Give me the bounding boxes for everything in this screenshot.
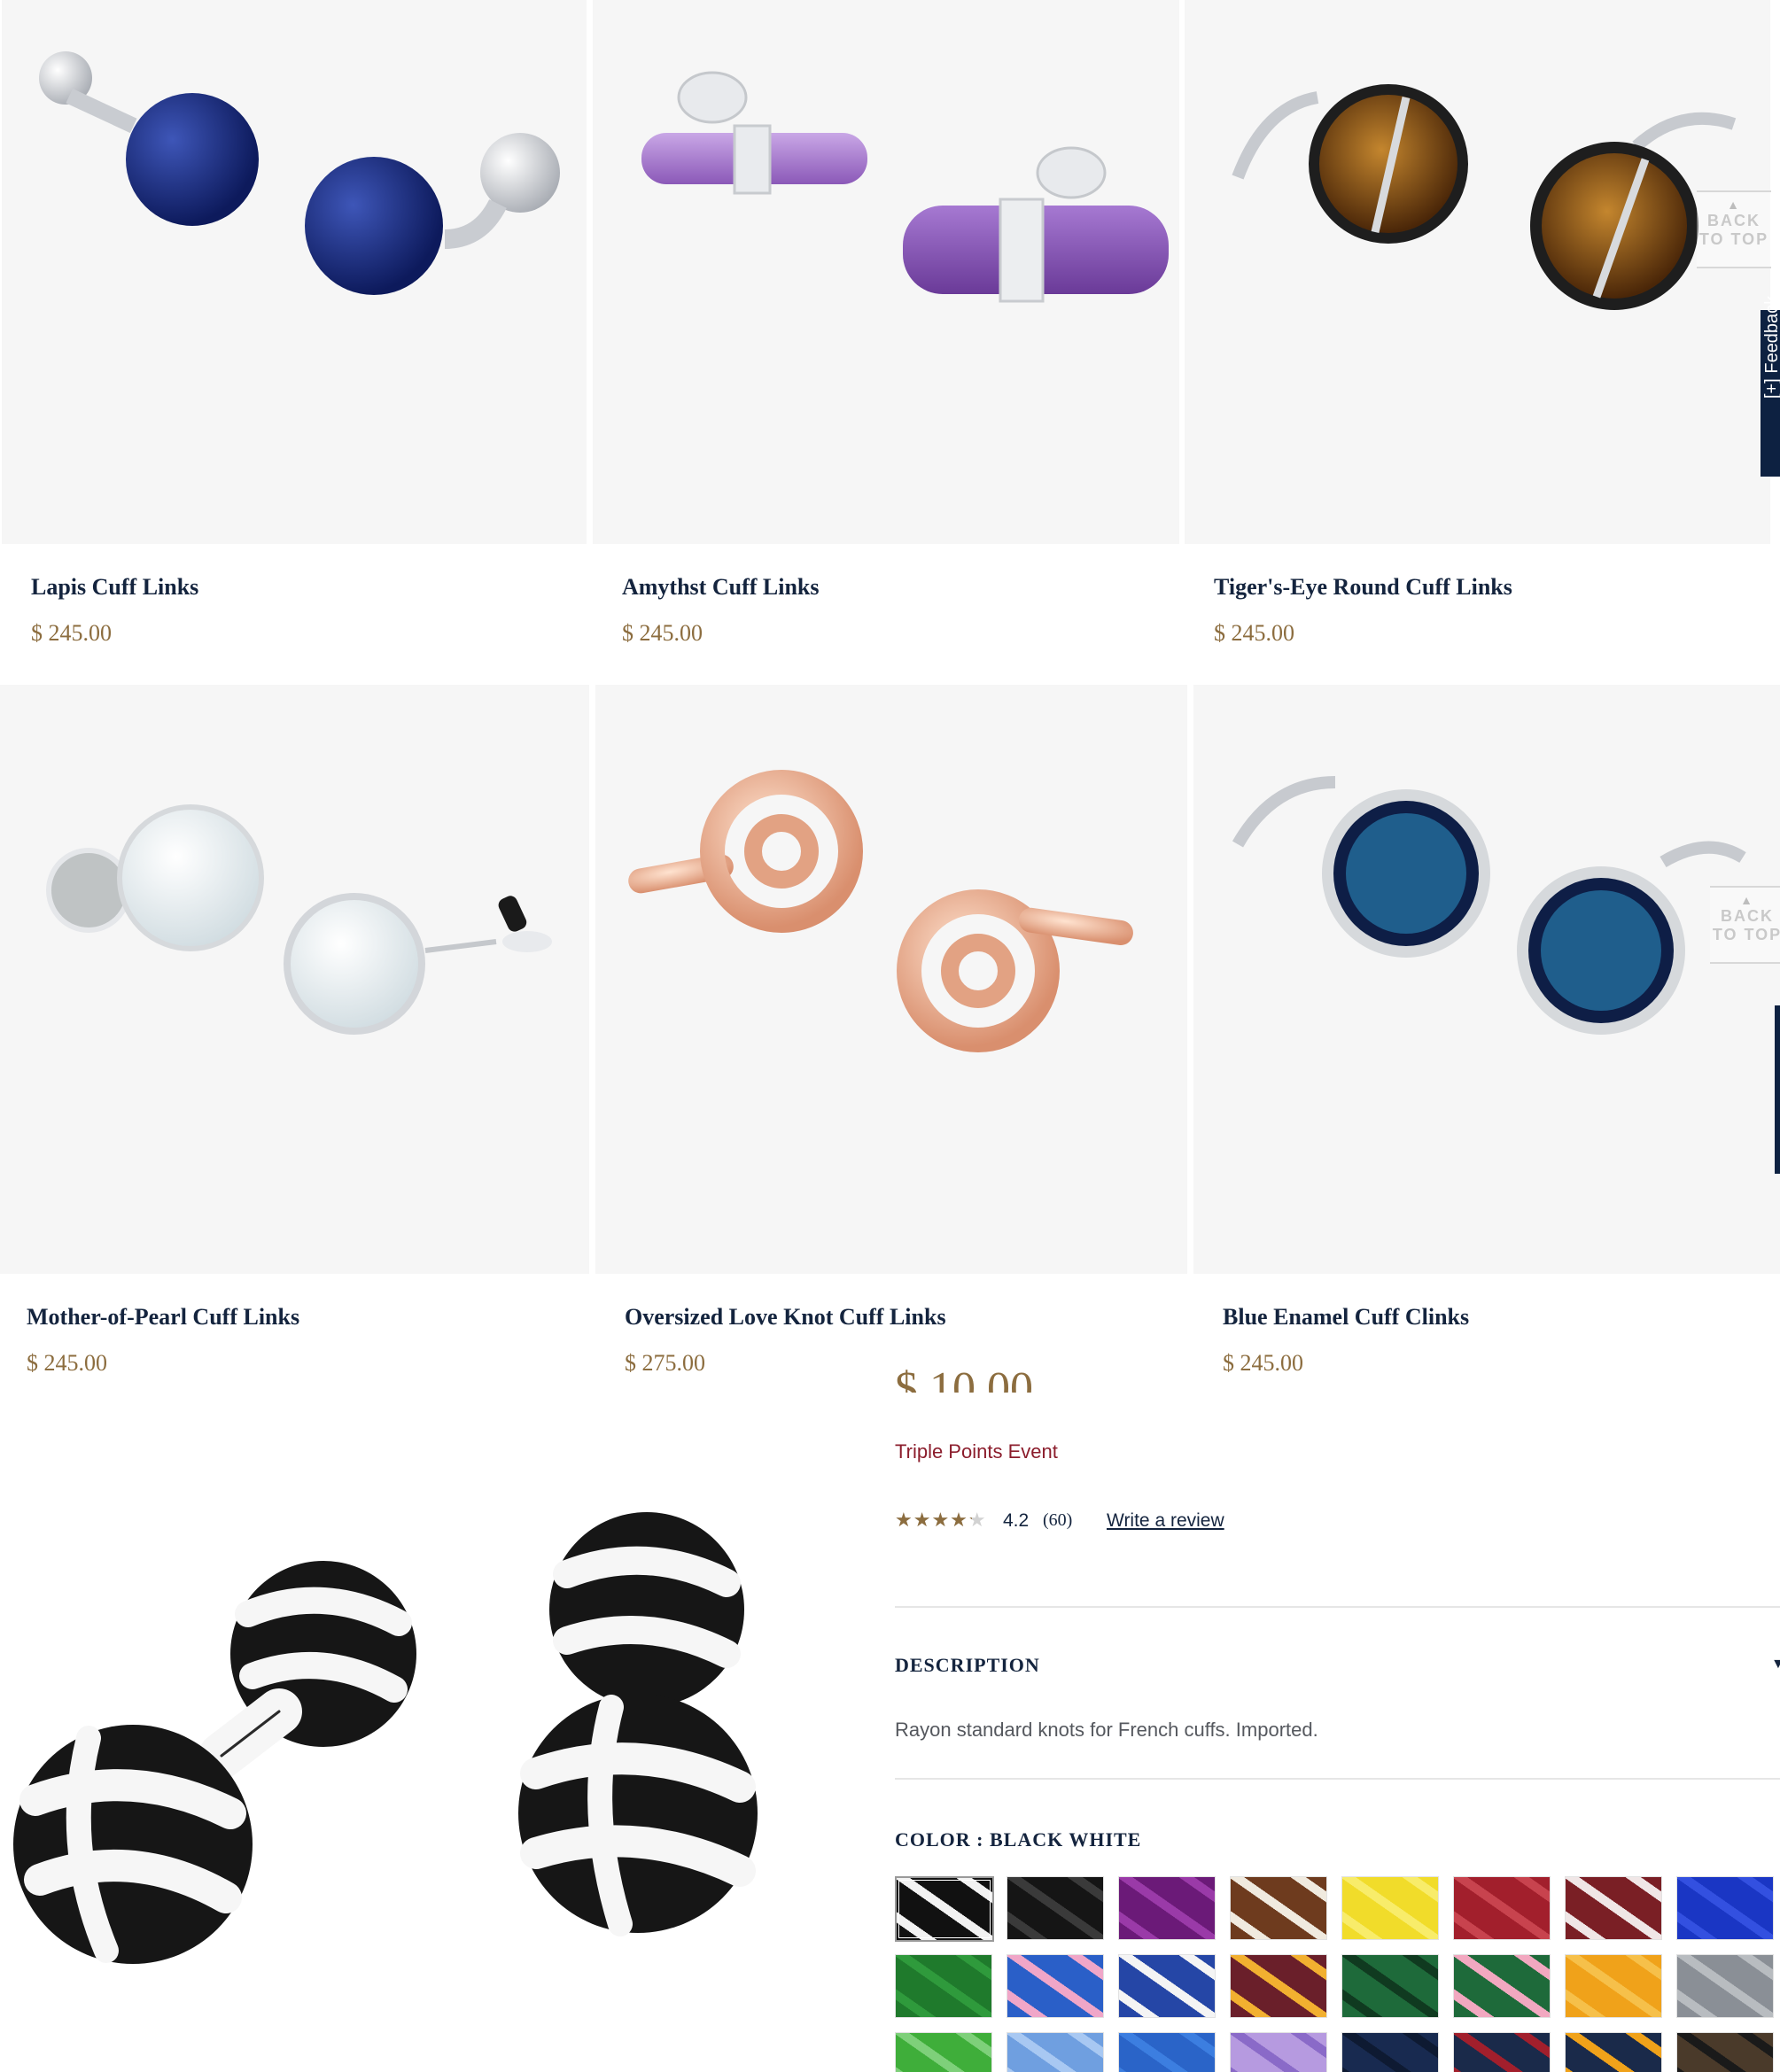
color-swatch[interactable] xyxy=(1230,1954,1327,2018)
product-name[interactable]: Oversized Love Knot Cuff Links xyxy=(625,1304,946,1331)
chevron-down-icon[interactable]: ▼ xyxy=(1771,1657,1780,1672)
color-swatch[interactable] xyxy=(1230,1876,1327,1940)
product-name[interactable]: Mother-of-Pearl Cuff Links xyxy=(27,1304,299,1331)
color-swatch[interactable] xyxy=(1676,2032,1774,2072)
rating-stars: ★★★★★ ★★★★★ xyxy=(895,1509,987,1531)
tigers-eye-cufflink-illustration xyxy=(1232,84,1737,310)
product-name[interactable]: Blue Enamel Cuff Clinks xyxy=(1223,1304,1469,1331)
silk-knot-illustration xyxy=(13,1512,758,1964)
product-price: $ 245.00 xyxy=(1214,620,1294,646)
product-price: $ 245.00 xyxy=(1223,1350,1303,1376)
back-to-top-button[interactable]: ▲ BACK TO TOP xyxy=(1710,886,1780,964)
color-swatch[interactable] xyxy=(1565,1954,1662,2018)
color-swatch[interactable] xyxy=(1230,2032,1327,2072)
product-image-tigers-eye[interactable] xyxy=(1185,0,1770,544)
product-price: $ 245.00 xyxy=(31,620,112,646)
color-swatch[interactable] xyxy=(1007,2032,1104,2072)
color-swatch[interactable] xyxy=(1007,1954,1104,2018)
color-swatch[interactable] xyxy=(1676,1954,1774,2018)
promo-label: Triple Points Event xyxy=(895,1440,1058,1463)
product-image-mother-of-pearl[interactable] xyxy=(0,685,589,1274)
color-swatch[interactable] xyxy=(1565,2032,1662,2072)
color-value: BLACK WHITE xyxy=(990,1828,1142,1851)
arrow-up-icon: ▲ xyxy=(1727,198,1741,212)
product-image-amethyst[interactable] xyxy=(593,0,1179,544)
product-image-lapis[interactable] xyxy=(2,0,587,544)
rating-stars-fill: ★★★★★ xyxy=(895,1509,972,1531)
description-heading[interactable]: DESCRIPTION xyxy=(895,1654,1040,1677)
color-swatch[interactable] xyxy=(1118,2032,1216,2072)
color-swatch[interactable] xyxy=(1341,2032,1439,2072)
product-image-blue-enamel[interactable] xyxy=(1193,685,1780,1274)
color-label: COLOR : xyxy=(895,1828,984,1851)
write-review-link[interactable]: Write a review xyxy=(1107,1510,1224,1532)
color-swatch[interactable] xyxy=(1453,1954,1551,2018)
color-swatch[interactable] xyxy=(895,1876,994,1942)
color-swatch[interactable] xyxy=(1007,1876,1104,1940)
color-swatch[interactable] xyxy=(1118,1876,1216,1940)
product-price-large: $ 10.00 xyxy=(895,1363,1033,1393)
blue-enamel-cufflink-illustration xyxy=(1232,776,1746,1035)
color-swatch[interactable] xyxy=(1453,1876,1551,1940)
color-swatch[interactable] xyxy=(1676,1876,1774,1940)
product-name[interactable]: Amythst Cuff Links xyxy=(622,574,820,601)
lapis-cufflink-illustration xyxy=(39,51,560,295)
color-swatch[interactable] xyxy=(1341,1954,1439,2018)
mother-of-pearl-cufflink-illustration xyxy=(46,804,552,1035)
color-swatch[interactable] xyxy=(1565,1876,1662,1940)
amethyst-cufflink-illustration xyxy=(641,71,1169,303)
color-swatch[interactable] xyxy=(1118,1954,1216,2018)
color-swatch[interactable] xyxy=(895,1954,992,2018)
product-price: $ 245.00 xyxy=(622,620,703,646)
color-swatch-grid xyxy=(895,1876,1780,2072)
product-detail-image xyxy=(0,1384,877,2072)
product-price: $ 245.00 xyxy=(27,1350,107,1376)
product-price: $ 275.00 xyxy=(625,1350,705,1376)
arrow-up-icon: ▲ xyxy=(1740,893,1754,907)
feedback-tab[interactable]: [+] Feedback xyxy=(1761,296,1780,477)
color-swatch[interactable] xyxy=(1341,1876,1439,1940)
divider xyxy=(895,1778,1780,1780)
product-image-love-knot[interactable] xyxy=(595,685,1187,1274)
rating-value: 4.2 xyxy=(1003,1510,1030,1531)
feedback-tab-edge[interactable] xyxy=(1775,1005,1780,1174)
description-text: Rayon standard knots for French cuffs. I… xyxy=(895,1719,1318,1741)
color-swatch[interactable] xyxy=(895,2032,992,2072)
product-name[interactable]: Tiger's-Eye Round Cuff Links xyxy=(1214,574,1512,601)
color-swatch[interactable] xyxy=(1453,2032,1551,2072)
divider xyxy=(895,1606,1780,1608)
love-knot-cufflink-illustration xyxy=(628,770,1133,1052)
back-to-top-button[interactable]: ▲ BACK TO TOP xyxy=(1697,190,1771,268)
product-name[interactable]: Lapis Cuff Links xyxy=(31,574,198,601)
review-count: (60) xyxy=(1043,1510,1073,1530)
